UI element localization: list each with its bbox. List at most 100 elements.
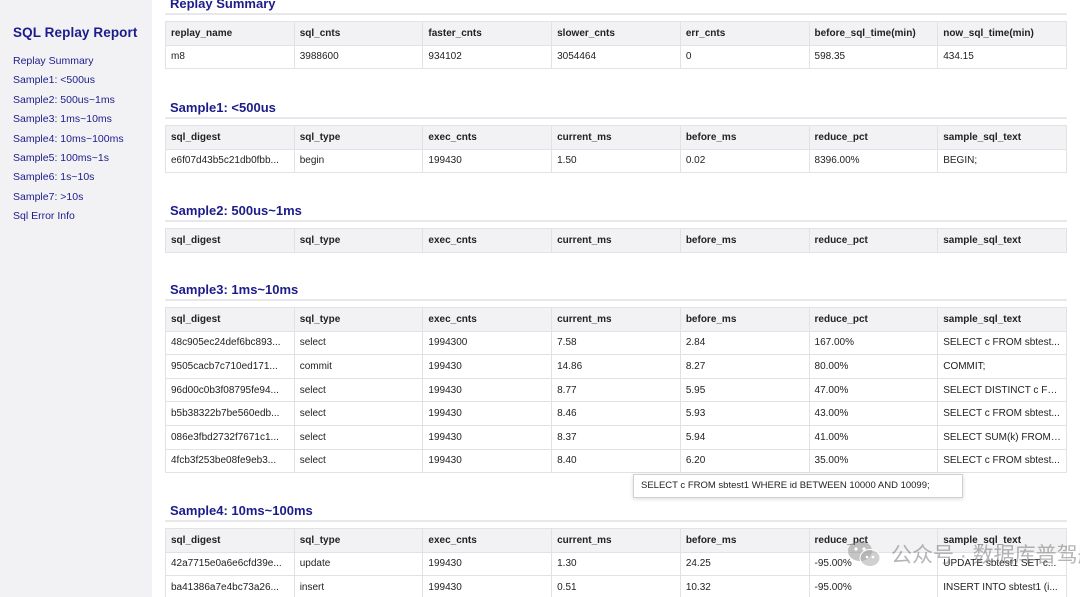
table-cell: b5b38322b7be560edb... [165, 401, 295, 426]
table-row: m8 3988600 934102 3054464 0 598.35 434.15 [165, 44, 1067, 70]
section-title: Sample4: 10ms~100ms [165, 499, 1067, 522]
table-cell: select [293, 448, 424, 474]
column-header-sql-type: sql_type [293, 125, 424, 150]
column-header-before-ms: before_ms [679, 125, 810, 150]
table-cell: 3054464 [551, 44, 681, 70]
column-header-exec-cnts: exec_cnts [422, 528, 553, 553]
column-header-current-ms: current_ms [551, 528, 681, 553]
table-cell: 8.77 [551, 377, 681, 403]
table-cell: 934102 [422, 44, 553, 70]
nav-link-sample7[interactable]: Sample7: >10s [13, 188, 152, 207]
table-header-row: replay_name sql_cnts faster_cnts slower_cnt… [165, 21, 1067, 46]
sidebar: SQL Replay Report Replay Summary Sample1… [0, 0, 152, 597]
table-cell: 9505cacb7c710ed171... [165, 354, 295, 379]
section-sample2: Sample2: 500us~1ms sql_digest sql_type exe… [165, 199, 1067, 253]
sample4-table: sql_digest sql_type exec_cnts current_ms bef… [165, 528, 1067, 597]
table-cell: COMMIT; [937, 354, 1067, 379]
column-header-sql-type: sql_type [293, 307, 424, 332]
table-row: 42a7715e0a6e6cfd39e... update 199430 1.30 24… [165, 551, 1067, 577]
column-header-exec-cnts: exec_cnts [422, 228, 553, 253]
table-cell: 8.27 [679, 354, 810, 379]
table-cell: 3988600 [293, 44, 424, 70]
table-cell: 434.15 [937, 44, 1067, 70]
table-cell: 6.20 [679, 448, 810, 474]
nav-link-sample1[interactable]: Sample1: <500us [13, 71, 152, 90]
table-cell: e6f07d43b5c21db0fbb... [165, 148, 295, 174]
table-cell: 35.00% [808, 448, 939, 474]
column-header-sql-type: sql_type [293, 228, 424, 253]
table-cell: select [293, 401, 424, 426]
table-cell: 8.40 [551, 448, 681, 474]
table-cell: 1.30 [551, 551, 681, 577]
table-cell: select [293, 424, 424, 450]
nav-link-sample3[interactable]: Sample3: 1ms~10ms [13, 110, 152, 129]
section-sample1: Sample1: <500us sql_digest sql_type exec_c… [165, 96, 1067, 174]
column-header-sample-sql-text: sample_sql_text [937, 228, 1067, 253]
nav-link-sample4[interactable]: Sample4: 10ms~100ms [13, 130, 152, 149]
table-row: 086e3fbd2732f7671c1... select 199430 8.37 5.… [165, 424, 1067, 450]
table-cell: 47.00% [808, 377, 939, 403]
table-cell: 96d00c0b3f08795fe94... [165, 377, 295, 403]
column-header-current-ms: current_ms [551, 125, 681, 150]
nav-link-sql-error-info[interactable]: Sql Error Info [13, 207, 152, 226]
nav-link-sample2[interactable]: Sample2: 500us~1ms [13, 91, 152, 110]
table-cell: 199430 [422, 551, 553, 577]
column-header-err-cnts: err_cnts [679, 21, 810, 46]
section-sample3: Sample3: 1ms~10ms sql_digest sql_type exec… [165, 278, 1067, 474]
table-cell: 41.00% [808, 424, 939, 450]
table-cell: SELECT c FROM sbtest... [937, 330, 1067, 356]
table-cell: ba41386a7e4bc73a26... [165, 575, 295, 597]
table-cell: select [293, 330, 424, 356]
column-header-before-ms: before_ms [679, 307, 810, 332]
sample2-table: sql_digest sql_type exec_cnts current_ms bef… [165, 228, 1067, 253]
table-cell: 80.00% [808, 354, 939, 379]
column-header-reduce-pct: reduce_pct [808, 528, 939, 553]
column-header-reduce-pct: reduce_pct [808, 125, 939, 150]
column-header-sql-digest: sql_digest [165, 528, 295, 553]
nav-link-sample6[interactable]: Sample6: 1s~10s [13, 168, 152, 187]
table-cell: 10.32 [679, 575, 810, 597]
table-cell: 199430 [422, 354, 553, 379]
table-header-row: sql_digest sql_type exec_cnts current_ms bef… [165, 528, 1067, 553]
table-cell: 2.84 [679, 330, 810, 356]
table-cell: 1.50 [551, 148, 681, 174]
table-cell: 8.46 [551, 401, 681, 426]
table-cell: 8.37 [551, 424, 681, 450]
table-cell: 199430 [422, 401, 553, 426]
sample1-table: sql_digest sql_type exec_cnts current_ms bef… [165, 125, 1067, 174]
column-header-replay-name: replay_name [165, 21, 295, 46]
table-cell: 598.35 [808, 44, 939, 70]
table-cell: begin [293, 148, 424, 174]
column-header-before-ms: before_ms [679, 228, 810, 253]
table-cell: SELECT c FROM sbtest... [937, 401, 1067, 426]
column-header-sample-sql-text: sample_sql_text [937, 307, 1067, 332]
table-cell: 7.58 [551, 330, 681, 356]
table-row: ba41386a7e4bc73a26... insert 199430 0.51 10.… [165, 575, 1067, 597]
section-title: Replay Summary [165, 0, 1067, 15]
table-cell: insert [293, 575, 424, 597]
table-row: 96d00c0b3f08795fe94... select 199430 8.77 5.… [165, 377, 1067, 403]
table-cell: 4fcb3f253be08fe9eb3... [165, 448, 295, 474]
report-content: Replay Summary replay_name sql_cnts faster… [152, 0, 1080, 597]
nav-link-replay-summary[interactable]: Replay Summary [13, 52, 152, 71]
table-cell: 0.02 [679, 148, 810, 174]
column-header-slower-cnts: slower_cnts [551, 21, 681, 46]
table-row: 48c905ec24def6bc893... select 1994300 7.58 2… [165, 330, 1067, 356]
column-header-reduce-pct: reduce_pct [808, 307, 939, 332]
column-header-exec-cnts: exec_cnts [422, 125, 553, 150]
section-sample4: Sample4: 10ms~100ms sql_digest sql_type ex… [165, 499, 1067, 597]
table-cell: 199430 [422, 448, 553, 474]
column-header-current-ms: current_ms [551, 307, 681, 332]
column-header-sql-cnts: sql_cnts [293, 21, 424, 46]
table-cell: 48c905ec24def6bc893... [165, 330, 295, 356]
sample3-table: sql_digest sql_type exec_cnts current_ms bef… [165, 307, 1067, 474]
table-cell: 42a7715e0a6e6cfd39e... [165, 551, 295, 577]
nav-link-sample5[interactable]: Sample5: 100ms~1s [13, 149, 152, 168]
column-header-sql-digest: sql_digest [165, 228, 295, 253]
table-cell: 8396.00% [808, 148, 939, 174]
section-replay-summary: Replay Summary replay_name sql_cnts faster… [165, 0, 1067, 70]
table-cell: 199430 [422, 148, 553, 174]
table-cell: BEGIN; [937, 148, 1067, 174]
column-header-before-sql-time-min: before_sql_time(min) [808, 21, 939, 46]
table-cell: 199430 [422, 377, 553, 403]
